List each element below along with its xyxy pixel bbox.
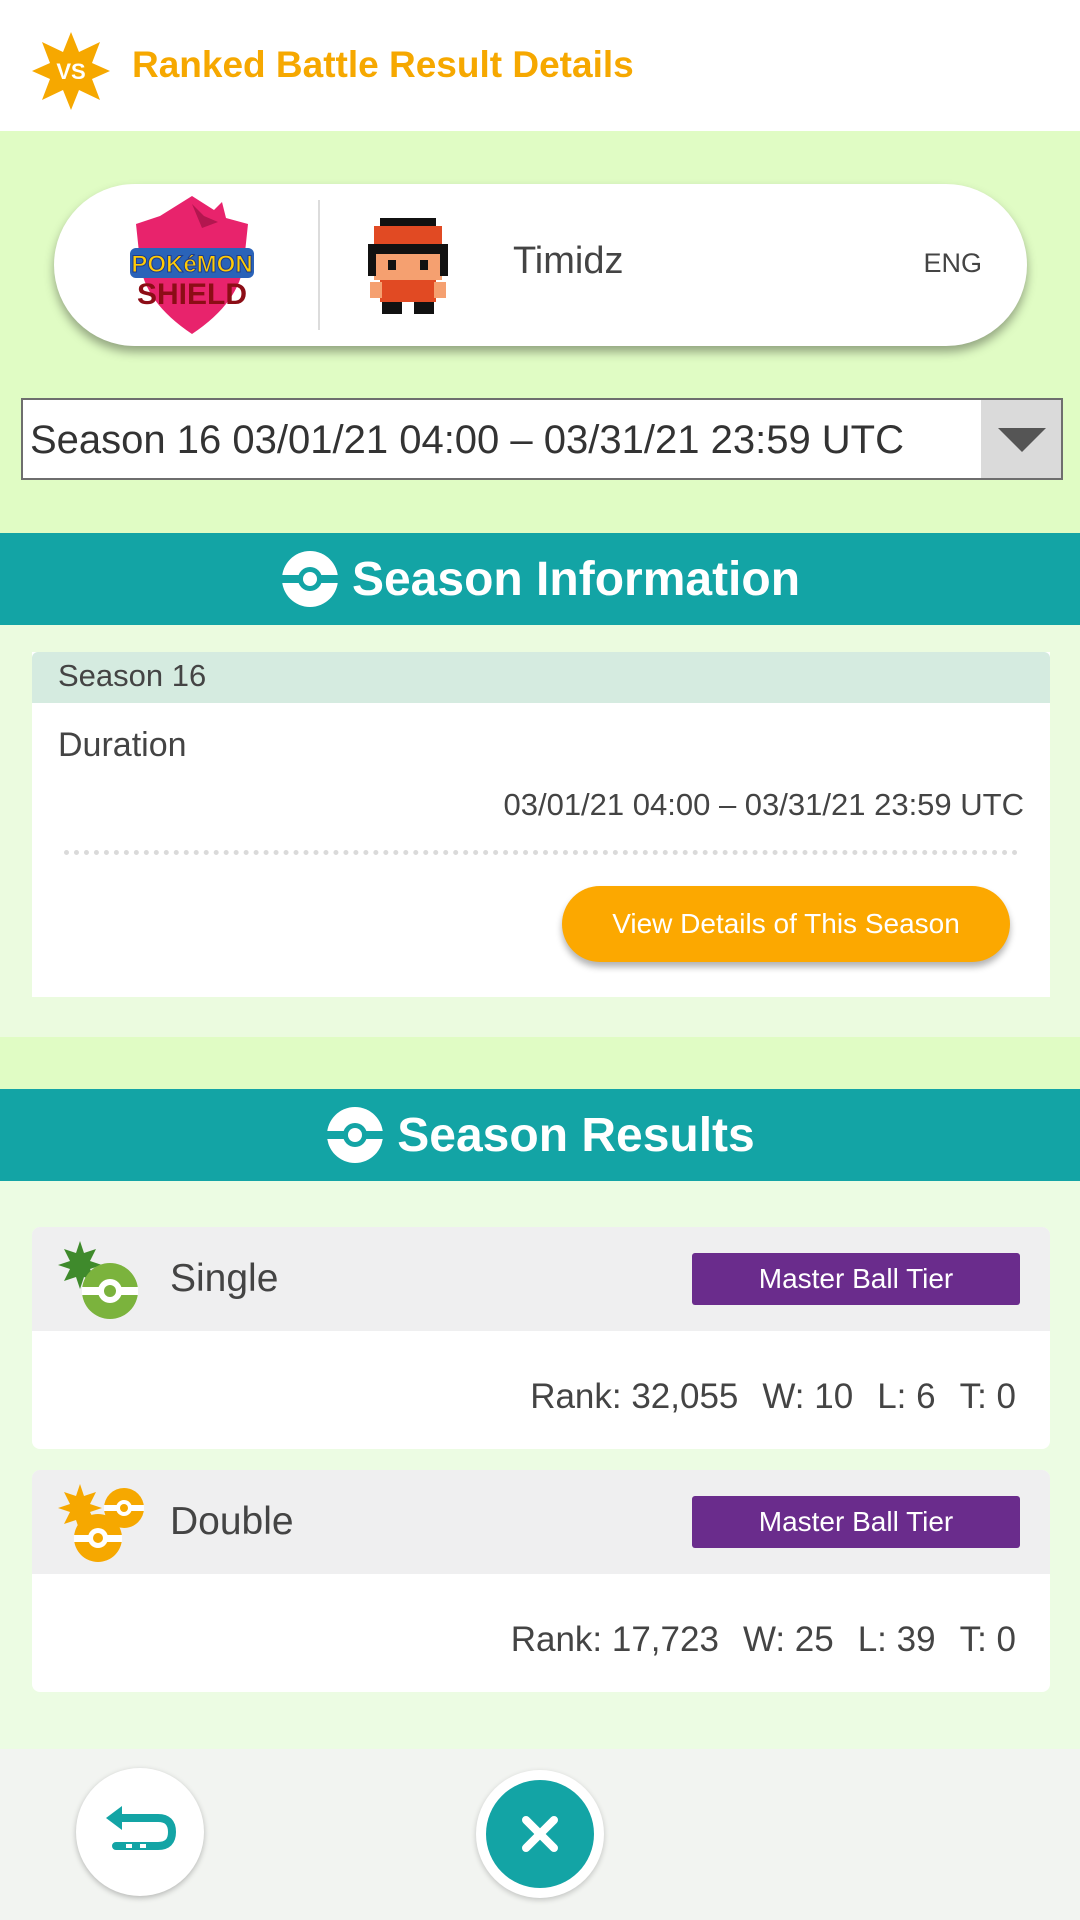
logo-text-top: POKéMON [131,251,252,278]
rank-value: Rank: 32,055 [530,1377,739,1416]
result-stats: Rank: 32,055 W: 10 L: 6 T: 0 [506,1377,1016,1417]
close-button-circle [486,1780,594,1888]
chevron-down-icon[interactable] [981,400,1061,478]
logo-text-bottom: SHIELD [137,278,247,311]
result-header: Double Master Ball Tier [32,1470,1050,1574]
season-label-row: Season 16 [32,652,1050,703]
trainer-avatar-icon [368,218,448,314]
back-button[interactable] [76,1768,204,1896]
double-battle-result: Double Master Ball Tier Rank: 17,723 W: 2… [32,1470,1050,1692]
vs-badge-icon: VS [32,32,110,110]
season-label: Season 16 [58,658,207,693]
poke-ball-icon [327,1107,384,1163]
season-dropdown[interactable]: Season 16 03/01/21 04:00 – 03/31/21 23:5… [21,398,1063,480]
mode-label: Single [170,1257,279,1300]
result-stats: Rank: 17,723 W: 25 L: 39 T: 0 [487,1620,1016,1660]
close-icon [522,1816,558,1852]
tier-badge: Master Ball Tier [692,1253,1020,1305]
back-arrow-icon [106,1806,177,1850]
season-dropdown-value: Season 16 03/01/21 04:00 – 03/31/21 23:5… [30,418,905,462]
season-results-header: Season Results [0,1089,1080,1181]
dotted-divider [64,850,1018,855]
poke-ball-icon [281,551,338,607]
losses-value: L: 6 [877,1377,936,1416]
pokemon-shield-logo: POKéMON SHIELD [130,196,254,334]
vs-badge-text: VS [56,59,85,84]
mode-label: Double [170,1500,294,1543]
double-battle-icon [58,1484,144,1562]
season-results-title: Season Results [397,1108,755,1162]
result-header: Single Master Ball Tier [32,1227,1050,1331]
duration-label: Duration [58,726,187,764]
view-season-details-button[interactable]: View Details of This Season [562,886,1010,962]
player-name: Timidz [513,240,624,282]
app-header: VS Ranked Battle Result Details [0,0,1080,131]
player-language: ENG [923,248,982,278]
ties-value: T: 0 [959,1377,1016,1416]
card-divider [318,200,320,330]
page-title: Ranked Battle Result Details [132,44,634,85]
wins-value: W: 25 [742,1620,834,1659]
season-info-card: Season 16 Duration 03/01/21 04:00 – 03/3… [32,652,1050,997]
section-gap [0,1037,1080,1089]
season-information-header: Season Information [0,533,1080,625]
season-information-title: Season Information [351,552,801,606]
losses-value: L: 39 [857,1620,936,1659]
single-battle-icon [58,1241,138,1319]
ties-value: T: 0 [959,1620,1016,1659]
single-battle-result: Single Master Ball Tier Rank: 32,055 W: 1… [32,1227,1050,1449]
rank-value: Rank: 17,723 [510,1620,719,1659]
close-button[interactable] [476,1770,604,1898]
duration-value: 03/01/21 04:00 – 03/31/21 23:59 UTC [503,787,1024,822]
tier-badge: Master Ball Tier [692,1496,1020,1548]
player-card: POKéMON SHIELD Timidz ENG [54,184,1027,346]
wins-value: W: 10 [762,1377,854,1416]
